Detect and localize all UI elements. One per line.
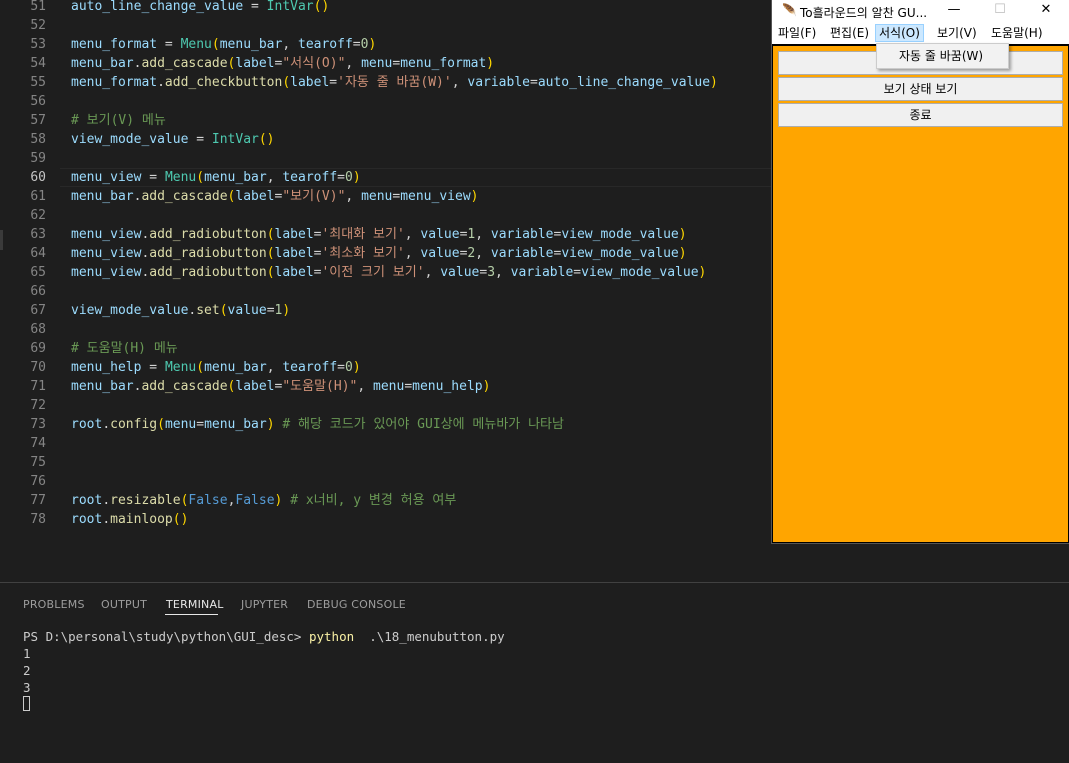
tkinter-window: 🪶 To흘라운드의 알찬 GU... — ☐ ✕ 파일(F) 편집(E) 서식(… [772,0,1069,543]
line-number: 74 [30,436,46,451]
code-text: menu_view.add_radiobutton(label='이전 크기 보… [71,265,707,280]
line-number: 72 [30,398,46,413]
terminal-args: .\18_menubutton.py [354,629,505,644]
close-button[interactable]: ✕ [1023,0,1069,22]
code-text: view_mode_value = IntVar() [71,132,275,147]
code-text: menu_bar.add_cascade(label="서식(O)", menu… [71,56,495,71]
line-number: 62 [30,208,46,223]
code-text: view_mode_value.set(value=1) [71,303,291,318]
code-text: menu_help = Menu(menu_bar, tearoff=0) [71,360,361,375]
line-number: 56 [30,94,46,109]
code-text: # 도움말(H) 메뉴 [71,341,178,356]
tab-terminal[interactable]: TERMINAL [166,598,224,611]
line-number: 70 [30,360,46,375]
tab-problems[interactable]: PROBLEMS [23,598,85,611]
code-text: root.config(menu=menu_bar) # 해당 코드가 있어야 … [71,417,564,432]
terminal-output-line: 2 [23,663,31,678]
code-text: menu_bar.add_cascade(label="도움말(H)", men… [71,379,491,394]
code-text: menu_bar.add_cascade(label="보기(V)", menu… [71,189,479,204]
line-number: 60 [30,170,46,185]
line-number: 65 [30,265,46,280]
terminal-command: python [308,629,355,644]
window-titlebar[interactable]: 🪶 To흘라운드의 알찬 GU... — ☐ ✕ [772,0,1069,22]
line-number: 71 [30,379,46,394]
menu-help[interactable]: 도움말(H) [988,24,1046,42]
line-number: 66 [30,284,46,299]
code-text: # 보기(V) 메뉴 [71,113,166,128]
code-text: menu_format.add_checkbutton(label='자동 줄 … [71,75,718,90]
menu-format[interactable]: 서식(O) [875,24,924,42]
line-number: 68 [30,322,46,337]
code-text: menu_view.add_radiobutton(label='최소화 보기'… [71,246,687,261]
menu-view[interactable]: 보기(V) [934,24,980,42]
line-number: 76 [30,474,46,489]
tab-debug-console[interactable]: DEBUG CONSOLE [307,598,406,611]
bottom-panel: PROBLEMS OUTPUT TERMINAL JUPYTER DEBUG C… [0,582,1069,763]
line-number: 77 [30,493,46,508]
line-number: 75 [30,455,46,470]
window-body: 자동 줄 바꿈 상태 보기 상태 보기 종료 [772,46,1069,543]
line-number: 54 [30,56,46,71]
line-number: 58 [30,132,46,147]
code-text: auto_line_change_value = IntVar() [71,0,330,14]
terminal-prompt-line: PS D:\personal\study\python\GUI_desc> py… [23,629,505,644]
line-number: 78 [30,512,46,527]
line-number: 63 [30,227,46,242]
code-text: menu_format = Menu(menu_bar, tearoff=0) [71,37,377,52]
minimize-button[interactable]: — [931,0,977,22]
auto-line-wrap-menu-item[interactable]: 자동 줄 바꿈(W) [899,47,983,64]
line-number: 59 [30,151,46,166]
terminal-output-line: 3 [23,680,31,695]
window-title: To흘라운드의 알찬 GU... [800,6,928,20]
code-text: root.resizable(False,False) # x너비, y 변경 … [71,493,457,508]
line-number: 52 [30,18,46,33]
maximize-button[interactable]: ☐ [977,0,1023,22]
terminal-prompt: PS D:\personal\study\python\GUI_desc> [23,629,309,644]
tab-jupyter[interactable]: JUPYTER [241,598,288,611]
line-number: 57 [30,113,46,128]
terminal-cursor[interactable] [23,696,30,711]
line-number: 64 [30,246,46,261]
line-number: 73 [30,417,46,432]
line-number: 51 [30,0,46,14]
line-number: 61 [30,189,46,204]
code-text: menu_view.add_radiobutton(label='최대화 보기'… [71,227,687,242]
line-number: 69 [30,341,46,356]
quit-button[interactable]: 종료 [778,103,1063,127]
line-number: 55 [30,75,46,90]
menu-edit[interactable]: 편집(E) [827,24,872,42]
terminal-output-line: 1 [23,646,31,661]
line-number: 67 [30,303,46,318]
active-tab-indicator [165,614,218,615]
view-status-button[interactable]: 보기 상태 보기 [778,77,1063,101]
code-text: menu_view = Menu(menu_bar, tearoff=0) [71,170,361,185]
feather-icon: 🪶 [782,3,797,17]
line-number: 53 [30,37,46,52]
code-text: root.mainloop() [71,512,189,527]
format-dropdown-menu: 자동 줄 바꿈(W) [876,43,1009,69]
menu-file[interactable]: 파일(F) [775,24,819,42]
tab-output[interactable]: OUTPUT [101,598,147,611]
